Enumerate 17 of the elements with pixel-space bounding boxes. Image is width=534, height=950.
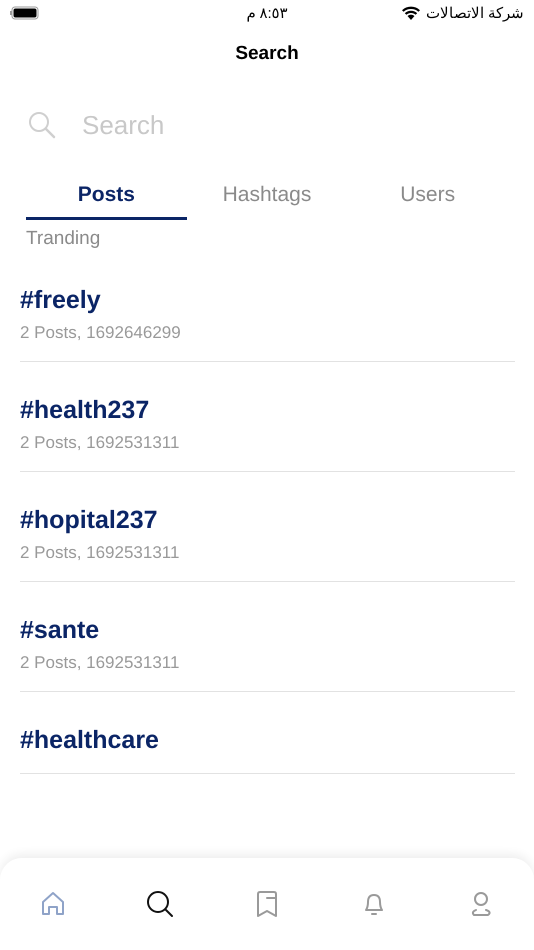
tab[interactable]: Posts [26, 175, 187, 220]
wifi-icon [402, 6, 420, 20]
page-title: Search [235, 43, 299, 64]
hashtag-title[interactable]: #hopital237 [20, 506, 158, 535]
carrier-name: شركة الاتصالات [426, 4, 524, 22]
hashtag-title[interactable]: #sante [20, 616, 100, 645]
hashtag-meta: 2 Posts, 1692531311 [20, 543, 180, 563]
section-label: Tranding [26, 228, 100, 250]
hashtag-title[interactable]: #healthcare [20, 726, 159, 755]
status-time: ٨:٥٣ م [246, 4, 288, 22]
hashtag-meta: 2 Posts, 1692646299 [20, 323, 181, 343]
hashtag-meta: 2 Posts, 1692531311 [20, 433, 180, 453]
hashtag-title[interactable]: #health237 [20, 396, 150, 425]
hashtag-meta: 2 Posts, 1692531311 [20, 653, 180, 673]
search-icon [28, 111, 56, 139]
hashtag-title[interactable]: #freely [20, 286, 101, 315]
battery-icon [10, 6, 40, 20]
